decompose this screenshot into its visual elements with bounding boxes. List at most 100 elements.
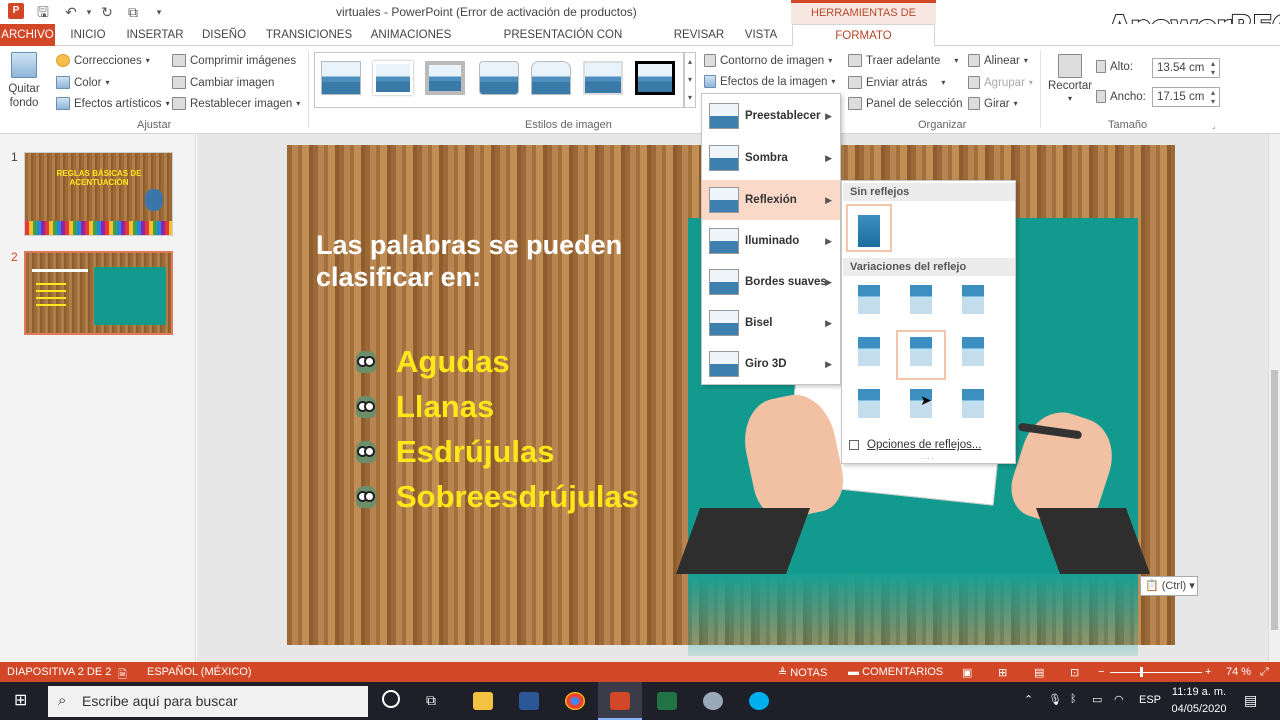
tray-chevron-icon[interactable]: ⌃ [1024,693,1033,706]
picture-style-2[interactable] [373,61,413,95]
reading-view-icon[interactable]: ▤ [1034,666,1044,679]
reset-picture-button[interactable]: Restablecer imagen ▾ [172,97,300,110]
slide-thumbnail-1[interactable]: REGLAS BÁSICAS DE ACENTUACIÓN [24,152,173,236]
save-icon[interactable]: 🖫 [34,3,52,21]
color-button[interactable]: Color ▾ [56,76,110,89]
picture-style-1[interactable] [321,61,361,95]
reflection-variation-7[interactable] [858,386,880,418]
tab-inicio[interactable]: INICIO [64,24,112,46]
excel-icon[interactable] [657,692,677,710]
fit-to-window-icon[interactable]: ⤢ [1260,666,1269,679]
taskbar-date[interactable]: 04/05/2020 [1170,703,1228,715]
gallery-scroll[interactable]: ▴ ▾ ▾ [684,52,696,108]
normal-view-icon[interactable]: ▣ [962,666,972,679]
vertical-scrollbar[interactable] [1268,134,1280,662]
zoom-out-button[interactable]: − [1098,666,1104,678]
picture-style-7[interactable] [635,61,675,95]
taskbar-time[interactable]: 11:19 a. m. [1170,686,1228,698]
zoom-in-button[interactable]: + [1205,666,1211,678]
slide-title[interactable]: Las palabras se pueden clasificar en: [316,229,676,293]
bullet-item[interactable]: Sobreesdrújulas [356,479,639,515]
reflection-options-button[interactable]: Opciones de reflejos... [849,439,981,451]
menu-item-reflexion[interactable]: Reflexión ▶ [702,180,840,220]
zoom-level[interactable]: 74 % [1226,666,1251,678]
powerpoint-taskbar-icon[interactable] [610,692,630,710]
redo-icon[interactable]: ↻ [98,3,116,21]
tab-transiciones[interactable]: TRANSICIONES [264,24,354,46]
bullet-item[interactable]: Llanas [356,389,494,425]
input-language[interactable]: ESP [1139,694,1161,706]
picture-style-5[interactable] [531,61,571,95]
word-icon[interactable] [519,692,539,710]
size-dialog-launcher-icon[interactable]: ⌟ [1212,121,1216,130]
reflection-variation-3[interactable] [962,282,984,314]
wifi-icon[interactable]: ◠ [1114,693,1124,706]
paste-options-button[interactable]: 📋 (Ctrl) ▾ [1140,576,1198,596]
bullet-item[interactable]: Agudas [356,344,510,380]
language-indicator[interactable]: ESPAÑOL (MÉXICO) [147,666,252,678]
bullet-item[interactable]: Esdrújulas [356,434,555,470]
battery-icon[interactable]: ▭ [1092,693,1102,706]
resize-grip-icon[interactable]: ···· [920,454,935,463]
reflection-variation-6[interactable] [962,334,984,366]
align-button[interactable]: Alinear ▾ [968,54,1028,67]
tab-vista[interactable]: VISTA [740,24,782,46]
zoom-slider[interactable] [1110,672,1202,673]
compress-pictures-button[interactable]: Comprimir imágenes [172,54,296,67]
picture-style-6[interactable] [583,61,623,95]
menu-item-bordes-suaves[interactable]: Bordes suaves ▶ [702,262,840,302]
reflection-variation-9[interactable] [962,386,984,418]
group-button[interactable]: Agrupar ▾ [968,76,1033,89]
start-from-beginning-icon[interactable]: ⧉ [124,3,142,21]
skype-icon[interactable] [749,692,769,710]
menu-item-bisel[interactable]: Bisel ▶ [702,303,840,343]
notifications-icon[interactable]: ▤ [1244,692,1257,709]
cortana-icon[interactable] [382,690,400,708]
picture-border-button[interactable]: Contorno de imagen ▾ [704,54,832,67]
tab-revisar[interactable]: REVISAR [672,24,726,46]
undo-icon[interactable]: ↶ [62,3,80,21]
task-view-icon[interactable]: ⧉ [426,692,436,709]
height-input[interactable]: 13.54 cm [1152,58,1220,78]
taskbar-search-box[interactable]: Escribe aquí para buscar [48,686,368,717]
windows-start-icon[interactable]: ⊞ [14,692,32,710]
picture-style-3[interactable] [425,61,465,95]
customize-quick-access-icon[interactable]: ▾ [150,3,168,21]
corrections-button[interactable]: Correcciones ▾ [56,54,150,67]
tab-archivo[interactable]: ARCHIVO [0,24,55,46]
paint-icon[interactable] [703,692,723,710]
reflection-variation-5[interactable] [910,334,932,366]
remove-background-button[interactable]: Quitar fondo [8,52,40,110]
reflection-variation-2[interactable] [910,282,932,314]
menu-item-iluminado[interactable]: Iluminado ▶ [702,221,840,261]
no-reflection-option[interactable] [846,204,892,252]
change-picture-button[interactable]: Cambiar imagen [172,76,274,89]
slide-thumbnail-2[interactable] [24,251,173,335]
tab-presentacion[interactable]: PRESENTACIÓN CON DIAPOSITIVAS [468,24,658,63]
slide-sorter-icon[interactable]: ⊞ [998,666,1007,679]
width-input[interactable]: 17.15 cm [1152,87,1220,107]
crop-button[interactable]: Recortar ▾ [1048,54,1092,103]
picture-style-4[interactable] [479,61,519,95]
reflection-variation-4[interactable] [858,334,880,366]
notes-button[interactable]: ≜ NOTAS [778,666,827,679]
bring-forward-button[interactable]: Traer adelante ▾ [848,54,958,67]
tab-diseno[interactable]: DISEÑO [198,24,250,46]
undo-dropdown-icon[interactable]: ▾ [80,3,98,21]
menu-item-giro-3d[interactable]: Giro 3D ▶ [702,344,840,384]
rotate-button[interactable]: Girar ▾ [968,97,1018,110]
scrollbar-thumb[interactable] [1271,370,1278,630]
menu-item-preestablecer[interactable]: Preestablecer ▶ [702,96,840,136]
tab-animaciones[interactable]: ANIMACIONES [366,24,456,46]
tab-formato[interactable]: FORMATO [792,24,935,47]
slideshow-icon[interactable]: ⊡ [1070,666,1079,679]
picture-effects-button[interactable]: Efectos de la imagen ▾ [704,75,835,88]
file-explorer-icon[interactable] [473,692,493,710]
artistic-effects-button[interactable]: Efectos artísticos ▾ [56,97,170,110]
comments-button[interactable]: ▬ COMENTARIOS [848,666,943,678]
send-backward-button[interactable]: Enviar atrás ▾ [848,76,945,89]
zoom-slider-thumb[interactable] [1140,667,1143,677]
microphone-icon[interactable]: 🎙 [1048,693,1062,706]
selection-pane-button[interactable]: Panel de selección [848,97,963,110]
reflection-variation-1[interactable] [858,282,880,314]
